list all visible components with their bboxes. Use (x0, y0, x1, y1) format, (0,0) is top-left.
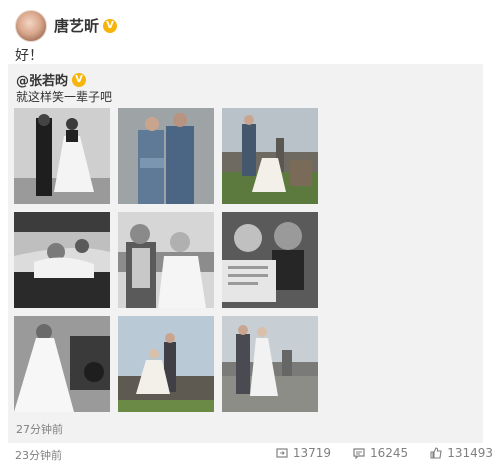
like-button[interactable]: 131493 (430, 446, 493, 460)
comment-icon (353, 447, 365, 460)
photo-bride-car-bw[interactable] (14, 316, 110, 412)
photo-couple-newspaper-bw[interactable] (222, 212, 318, 308)
repost-author[interactable]: @张若昀 V (16, 70, 87, 89)
post-author-name[interactable]: 唐艺昕 (54, 15, 99, 36)
photo-couple-car-bw[interactable] (14, 212, 110, 308)
avatar[interactable] (15, 10, 47, 42)
repost-text: 就这样笑一辈子吧 (16, 90, 113, 104)
verified-badge-icon: V (72, 72, 87, 87)
forward-button[interactable]: 13719 (276, 446, 331, 460)
photo-couple-studio-bw[interactable] (14, 108, 110, 204)
photo-couple-field-castle[interactable] (222, 108, 318, 204)
forward-icon (276, 447, 288, 459)
post-text: 好！ (15, 48, 43, 64)
forward-count: 13719 (292, 446, 331, 460)
photo-couple-denim[interactable] (118, 108, 214, 204)
photo-grid (14, 108, 319, 413)
comment-count: 16245 (370, 446, 409, 460)
post-time[interactable]: 23分钟前 (15, 447, 62, 463)
post-author[interactable]: 唐艺昕 V (54, 15, 118, 36)
repost-time[interactable]: 27分钟前 (16, 421, 63, 437)
photo-couple-castle-walk[interactable] (222, 316, 318, 412)
like-count: 131493 (447, 446, 493, 460)
repost-card: @张若昀 V 就这样笑一辈子吧 27分钟前 (8, 64, 483, 443)
repost-author-name[interactable]: @张若昀 (16, 70, 68, 89)
photo-couple-coast-closeup[interactable] (118, 212, 214, 308)
thumbs-up-icon (430, 447, 442, 459)
verified-badge-icon: V (103, 18, 118, 33)
photo-couple-rocks-sky[interactable] (118, 316, 214, 412)
comment-button[interactable]: 16245 (353, 446, 408, 460)
action-bar: 13719 16245 131493 (276, 446, 493, 460)
